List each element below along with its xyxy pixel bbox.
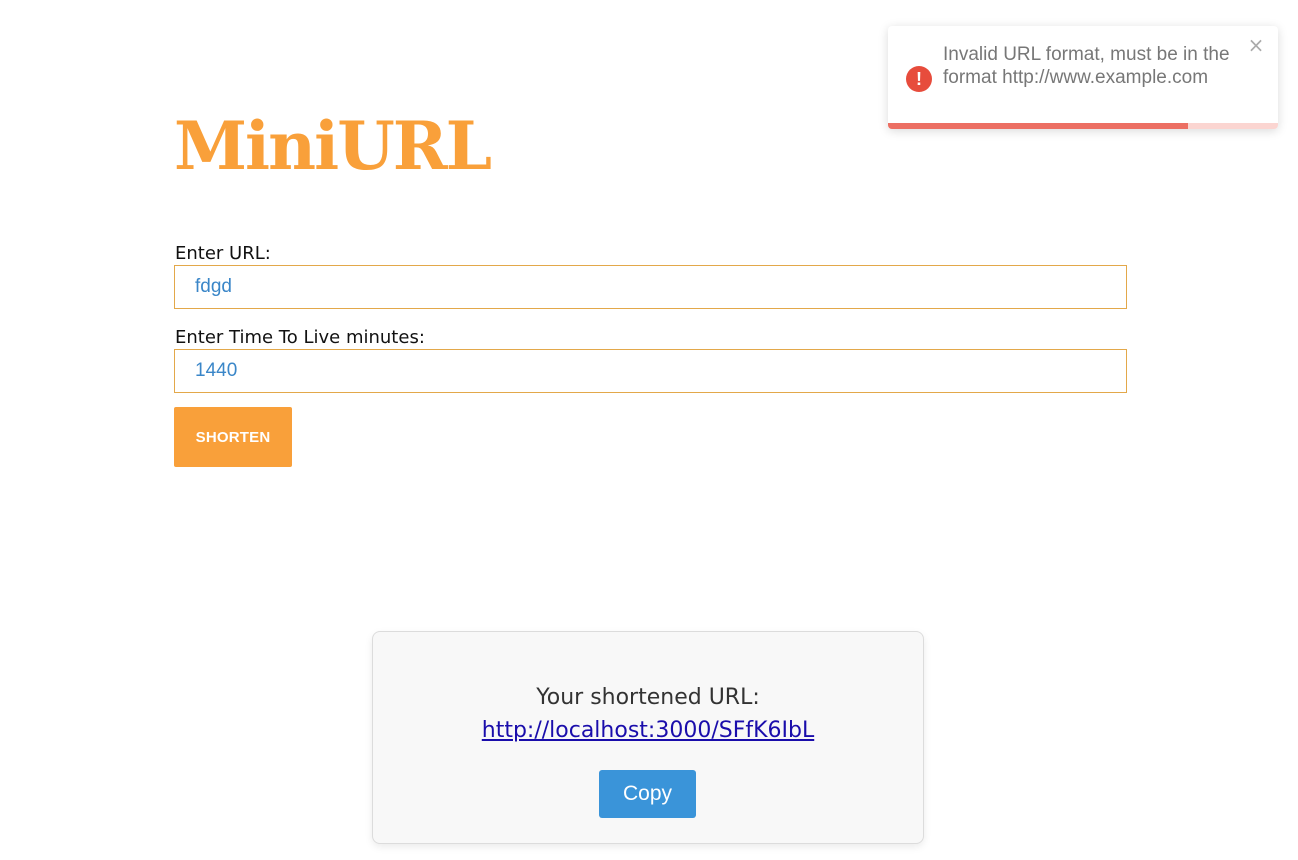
result-card: Your shortened URL: http://localhost:300… (372, 631, 924, 844)
ttl-input[interactable] (174, 349, 1127, 393)
url-input[interactable] (174, 265, 1127, 309)
app-logo: MiniURL (174, 107, 492, 185)
shorten-button[interactable]: SHORTEN (174, 407, 292, 467)
exclamation-circle-icon: ! (906, 66, 932, 92)
toast-progress-track (888, 123, 1278, 129)
toast-message: Invalid URL format, must be in the forma… (943, 44, 1230, 88)
error-toast: ! Invalid URL format, must be in the for… (888, 26, 1278, 129)
toast-progress-fill (888, 123, 1189, 129)
shortened-url-link[interactable]: http://localhost:3000/SFfK6IbL (373, 717, 923, 745)
url-label: Enter URL: (175, 243, 271, 264)
close-icon[interactable]: × (1246, 34, 1266, 56)
ttl-label: Enter Time To Live minutes: (175, 327, 425, 348)
result-title: Your shortened URL: (536, 685, 760, 710)
page: MiniURL Enter URL: Enter Time To Live mi… (0, 0, 1298, 860)
copy-button[interactable]: Copy (599, 770, 696, 818)
